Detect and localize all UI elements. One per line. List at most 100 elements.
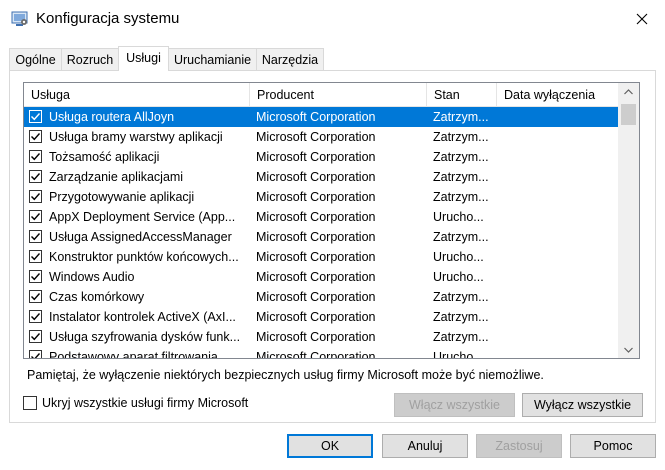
column-header-status[interactable]: Stan (427, 83, 497, 106)
service-status: Urucho... (433, 270, 484, 284)
msconfig-icon (10, 9, 29, 28)
table-row[interactable]: Zarządzanie aplikacjami Microsoft Corpora… (24, 167, 618, 187)
service-name: AppX Deployment Service (App... (49, 210, 236, 224)
apply-button[interactable]: Zastosuj (476, 434, 562, 458)
services-list[interactable]: Usługa Producent Stan Data wyłączenia Us… (23, 82, 640, 359)
table-row[interactable]: Przygotowywanie aplikacji Microsoft Corpo… (24, 187, 618, 207)
checkmark-icon (31, 273, 41, 281)
checkmark-icon (31, 313, 41, 321)
column-header-service[interactable]: Usługa (24, 83, 250, 106)
close-button[interactable] (619, 0, 665, 38)
service-checkbox[interactable] (29, 330, 42, 343)
service-status: Zatrzym... (433, 330, 489, 344)
tab-tools[interactable]: Narzędzia (256, 48, 324, 70)
service-status: Zatrzym... (433, 190, 489, 204)
service-checkbox[interactable] (29, 230, 42, 243)
tab-startup[interactable]: Uruchamianie (168, 48, 257, 70)
enable-all-button[interactable]: Włącz wszystkie (394, 393, 515, 417)
table-row[interactable]: Windows Audio Microsoft Corporation Urucho… (24, 267, 618, 287)
checkmark-icon (31, 293, 41, 301)
service-name: Tożsamość aplikacji (49, 150, 160, 164)
service-checkbox[interactable] (29, 190, 42, 203)
service-checkbox[interactable] (29, 350, 42, 358)
service-disabled-date (503, 207, 615, 227)
table-row[interactable]: AppX Deployment Service (App... Microsoft… (24, 207, 618, 227)
service-name: Konstruktor punktów końcowych... (49, 250, 239, 264)
service-manufacturer: Microsoft Corporation (256, 330, 376, 344)
scroll-down-button[interactable] (618, 341, 639, 358)
service-status: Urucho... (433, 210, 484, 224)
table-row[interactable]: Czas komórkowy Microsoft Corporation Zatrz… (24, 287, 618, 307)
service-checkbox[interactable] (29, 170, 42, 183)
column-header-disabled-date[interactable]: Data wyłączenia (497, 83, 618, 106)
vertical-scrollbar[interactable] (618, 83, 639, 358)
service-status: Zatrzym... (433, 290, 489, 304)
checkmark-icon (31, 253, 41, 261)
service-manufacturer: Microsoft Corporation (256, 170, 376, 184)
checkmark-icon (31, 113, 41, 121)
service-disabled-date (503, 227, 615, 247)
checkmark-icon (31, 193, 41, 201)
service-manufacturer: Microsoft Corporation (256, 190, 376, 204)
close-icon (636, 13, 648, 25)
column-header-manufacturer[interactable]: Producent (250, 83, 427, 106)
warning-note: Pamiętaj, że wyłączenie niektórych bezpi… (27, 368, 544, 382)
checkmark-icon (31, 133, 41, 141)
tab-services[interactable]: Usługi (118, 46, 169, 71)
service-manufacturer: Microsoft Corporation (256, 150, 376, 164)
checkmark-icon (31, 333, 41, 341)
service-disabled-date (503, 347, 615, 358)
tab-boot[interactable]: Rozruch (61, 48, 119, 70)
service-checkbox[interactable] (29, 210, 42, 223)
service-checkbox[interactable] (29, 310, 42, 323)
service-status: Urucho... (433, 250, 484, 264)
hide-microsoft-checkbox[interactable] (23, 396, 37, 410)
service-status: Zatrzym... (433, 230, 489, 244)
service-manufacturer: Microsoft Corporation (256, 250, 376, 264)
title-bar: Konfiguracja systemu (0, 0, 665, 38)
chevron-up-icon (624, 88, 633, 94)
table-row[interactable]: Tożsamość aplikacji Microsoft Corporation… (24, 147, 618, 167)
disable-all-button[interactable]: Wyłącz wszystkie (522, 393, 643, 417)
table-row[interactable]: Usługa szyfrowania dysków funk... Microso… (24, 327, 618, 347)
scroll-thumb[interactable] (621, 104, 636, 125)
ok-button[interactable]: OK (287, 434, 373, 458)
service-manufacturer: Microsoft Corporation (256, 310, 376, 324)
service-manufacturer: Microsoft Corporation (256, 130, 376, 144)
service-status: Zatrzym... (433, 110, 489, 124)
tab-general[interactable]: Ogólne (9, 48, 62, 70)
table-row[interactable]: Konstruktor punktów końcowych... Microsof… (24, 247, 618, 267)
chevron-down-icon (624, 347, 633, 353)
checkmark-icon (31, 153, 41, 161)
checkmark-icon (31, 213, 41, 221)
service-manufacturer: Microsoft Corporation (256, 290, 376, 304)
service-manufacturer: Microsoft Corporation (256, 210, 376, 224)
service-status: Zatrzym... (433, 130, 489, 144)
service-disabled-date (503, 167, 615, 187)
service-disabled-date (503, 287, 615, 307)
table-row[interactable]: Podstawowy aparat filtrowania Microsoft C… (24, 347, 618, 359)
service-checkbox[interactable] (29, 250, 42, 263)
service-status: Zatrzym... (433, 170, 489, 184)
service-disabled-date (503, 107, 615, 127)
dialog-footer: OK Anuluj Zastosuj Pomoc (0, 424, 665, 470)
cancel-button[interactable]: Anuluj (382, 434, 468, 458)
service-name: Podstawowy aparat filtrowania (49, 350, 218, 359)
help-button[interactable]: Pomoc (570, 434, 656, 458)
table-row[interactable]: Usługa routera AllJoyn Microsoft Corporat… (24, 107, 618, 127)
table-row[interactable]: Usługa bramy warstwy aplikacji Microsoft … (24, 127, 618, 147)
service-checkbox[interactable] (29, 150, 42, 163)
service-checkbox[interactable] (29, 110, 42, 123)
table-row[interactable]: Instalator kontrolek ActiveX (AxI... Micr… (24, 307, 618, 327)
table-row[interactable]: Usługa AssignedAccessManager Microsoft Co… (24, 227, 618, 247)
scroll-up-button[interactable] (618, 83, 639, 100)
service-checkbox[interactable] (29, 290, 42, 303)
service-disabled-date (503, 327, 615, 347)
checkmark-icon (31, 173, 41, 181)
service-manufacturer: Microsoft Corporation (256, 350, 376, 359)
service-checkbox[interactable] (29, 270, 42, 283)
service-manufacturer: Microsoft Corporation (256, 230, 376, 244)
service-checkbox[interactable] (29, 130, 42, 143)
window-title: Konfiguracja systemu (36, 10, 180, 27)
service-name: Przygotowywanie aplikacji (49, 190, 195, 204)
